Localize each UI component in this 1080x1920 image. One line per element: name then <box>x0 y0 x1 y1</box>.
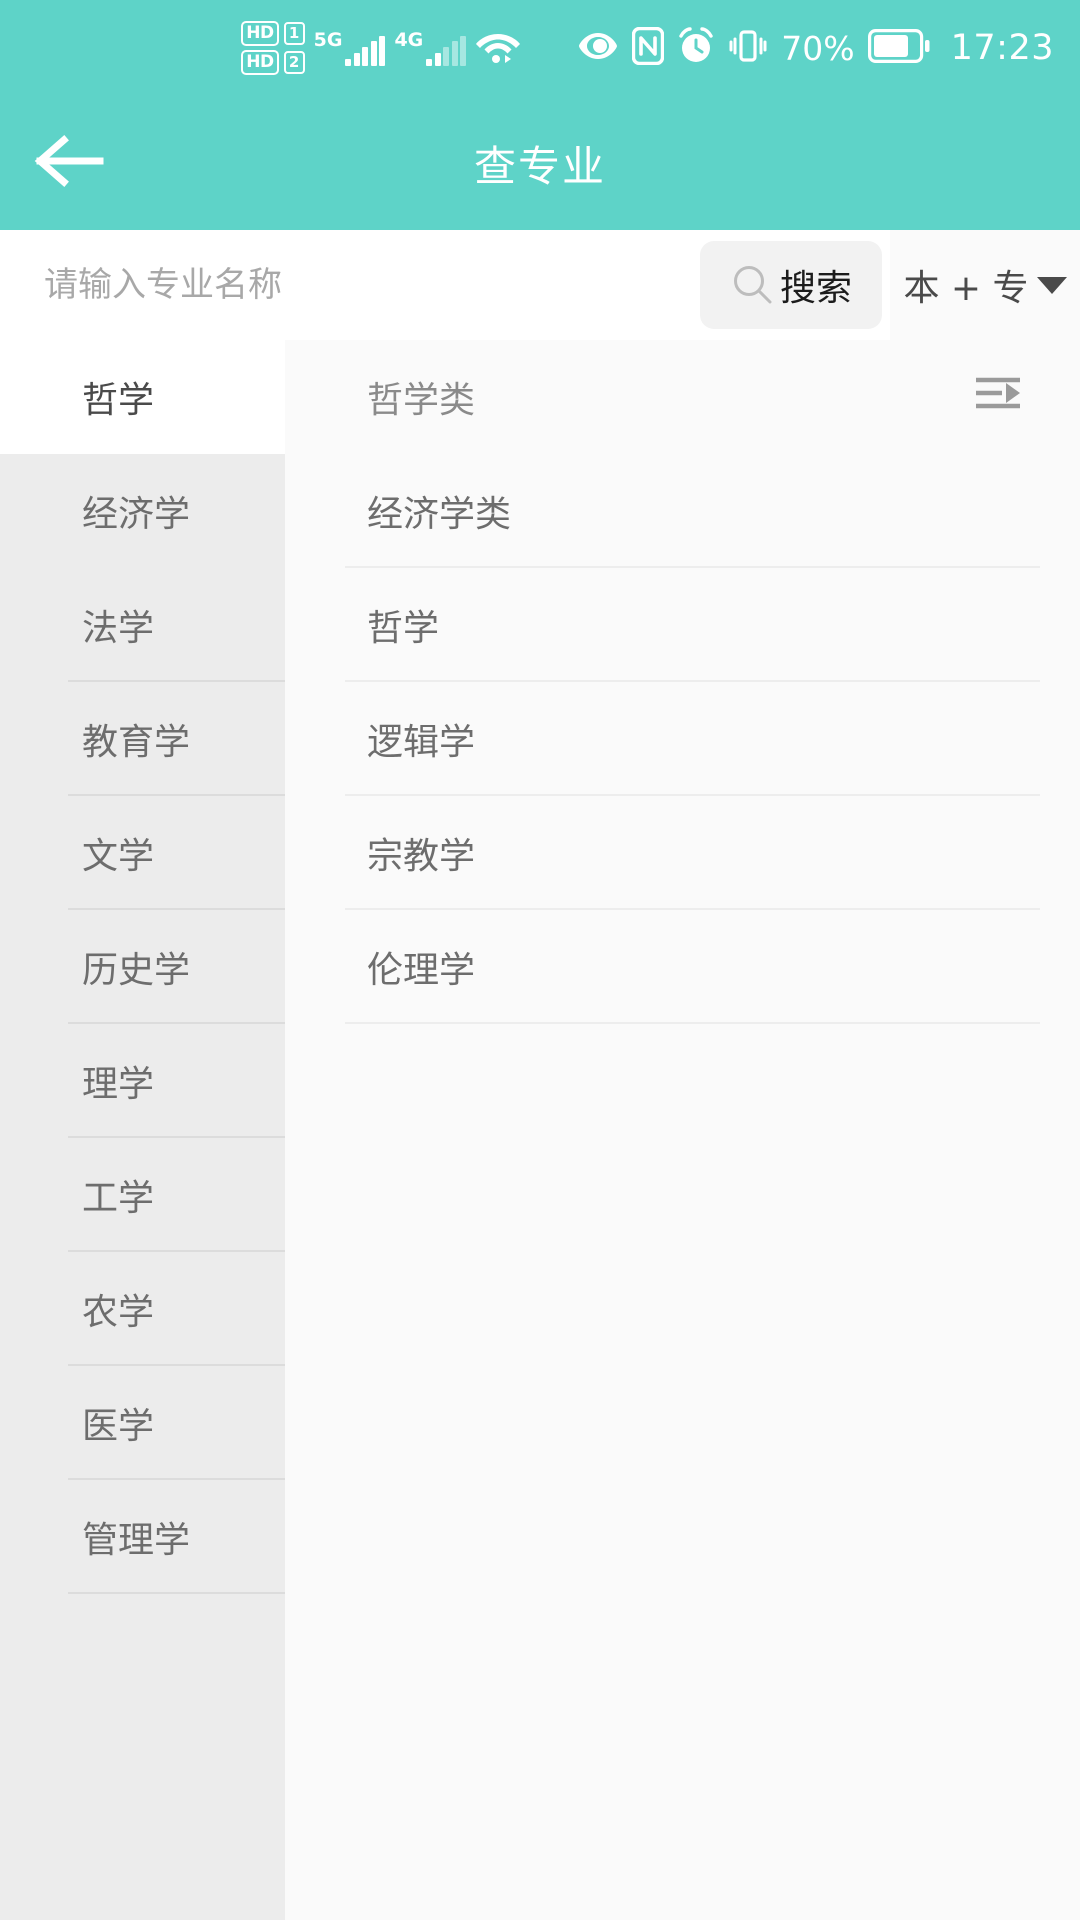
battery-percent-label: 70% <box>781 28 855 68</box>
signal-5g-group: 5G <box>313 28 386 66</box>
sidebar-item-label: 教育学 <box>82 722 191 763</box>
major-list-item-label: 逻辑学 <box>367 722 476 763</box>
battery-icon <box>867 29 930 67</box>
major-list-header: 哲学类 <box>285 340 1080 454</box>
nfc-icon <box>632 26 665 69</box>
major-list-item-label: 伦理学 <box>367 950 476 991</box>
list-divider <box>68 1592 285 1594</box>
alarm-clock-icon <box>677 27 715 69</box>
eye-protection-icon <box>577 31 619 65</box>
search-button[interactable]: 搜索 <box>699 241 882 329</box>
major-list-item-label: 经济学类 <box>367 494 512 535</box>
vibrate-icon <box>728 27 768 69</box>
major-list-item-label: 宗教学 <box>367 836 476 877</box>
category-sidebar[interactable]: 哲学经济学法学教育学文学历史学理学工学农学医学管理学 <box>0 340 285 1920</box>
sidebar-item-6[interactable]: 历史学 <box>0 910 285 1024</box>
chevron-down-icon <box>1036 276 1067 294</box>
status-bar-clock: 17:23 <box>950 27 1054 68</box>
list-divider <box>345 1022 1040 1024</box>
major-list-item-3[interactable]: 逻辑学 <box>285 682 1080 796</box>
hd-badge-icon: HD <box>241 21 279 46</box>
search-input[interactable] <box>44 265 700 305</box>
page-title: 查专业 <box>473 141 606 191</box>
degree-level-filter-label: 本 + 专 <box>903 268 1029 309</box>
sidebar-item-label: 理学 <box>82 1064 155 1105</box>
major-list-item-5[interactable]: 伦理学 <box>285 910 1080 1024</box>
sidebar-item-4[interactable]: 教育学 <box>0 682 285 796</box>
search-input-wrapper[interactable] <box>0 230 700 340</box>
content-area: 哲学 经济学 法学 教育学 文学 历史学 理学 工学 农学 医学 管理学 哲学类 经济学类 哲学 逻辑学… <box>0 340 1080 1920</box>
sidebar-item-label: 医学 <box>82 1406 155 1447</box>
sidebar-item-5[interactable]: 文学 <box>0 796 285 910</box>
sidebar-item-label: 文学 <box>82 836 155 877</box>
sidebar-item-1[interactable]: 哲学 <box>0 340 285 454</box>
sidebar-item-8[interactable]: 工学 <box>0 1138 285 1252</box>
major-list-panel: 哲学类 经济学类哲学逻辑学宗教学伦理学 <box>285 340 1080 1920</box>
network-type-label: 5G <box>313 28 343 51</box>
sidebar-item-10[interactable]: 医学 <box>0 1366 285 1480</box>
title-bar: 查专业 <box>0 96 1080 230</box>
hd-voice-group: HD 1 HD 2 <box>241 21 305 75</box>
hd-badge-icon: HD <box>241 50 279 75</box>
sidebar-item-3[interactable]: 法学 <box>0 568 285 682</box>
signal-bars-icon <box>345 35 386 66</box>
network-type-label: 4G <box>394 28 424 51</box>
sidebar-item-label: 哲学 <box>82 380 155 421</box>
signal-4g-group: 4G <box>394 28 467 66</box>
sidebar-item-label: 经济学 <box>82 494 191 535</box>
search-icon <box>730 262 774 309</box>
sidebar-item-label: 农学 <box>82 1292 155 1333</box>
search-bar: 搜索 本 + 专 <box>0 230 1080 340</box>
status-bar-right-group: 70% 17:23 <box>577 26 1054 69</box>
sidebar-item-label: 工学 <box>82 1178 155 1219</box>
sidebar-item-label: 法学 <box>82 608 155 649</box>
sidebar-item-9[interactable]: 农学 <box>0 1252 285 1366</box>
status-bar-connectivity-group: HD 1 HD 2 5G 4G <box>241 21 521 75</box>
search-button-label: 搜索 <box>779 268 852 309</box>
major-list[interactable]: 经济学类哲学逻辑学宗教学伦理学 <box>285 454 1080 1024</box>
signal-bars-icon <box>426 35 467 66</box>
sidebar-item-7[interactable]: 理学 <box>0 1024 285 1138</box>
hd-sim1-row: HD 1 <box>241 21 305 46</box>
major-list-item-2[interactable]: 哲学 <box>285 568 1080 682</box>
sidebar-item-label: 管理学 <box>82 1520 191 1561</box>
sim1-badge-icon: 1 <box>283 22 305 45</box>
wifi-icon <box>475 28 521 68</box>
list-indent-icon[interactable] <box>972 373 1024 422</box>
sidebar-item-11[interactable]: 管理学 <box>0 1480 285 1594</box>
major-list-item-1[interactable]: 经济学类 <box>285 454 1080 568</box>
major-list-header-label: 哲学类 <box>367 380 476 421</box>
status-bar: HD 1 HD 2 5G 4G 70% 17:23 <box>0 0 1080 96</box>
sidebar-item-label: 历史学 <box>82 950 191 991</box>
degree-level-filter[interactable]: 本 + 专 <box>890 230 1080 340</box>
hd-sim2-row: HD 2 <box>241 50 305 75</box>
app-root: HD 1 HD 2 5G 4G 70% 17:23 查专业 请输入专业名称 搜索… <box>0 0 1080 1920</box>
major-list-item-4[interactable]: 宗教学 <box>285 796 1080 910</box>
major-list-item-label: 哲学 <box>367 608 440 649</box>
sim2-badge-icon: 2 <box>283 51 305 74</box>
sidebar-item-2[interactable]: 经济学 <box>0 454 285 568</box>
